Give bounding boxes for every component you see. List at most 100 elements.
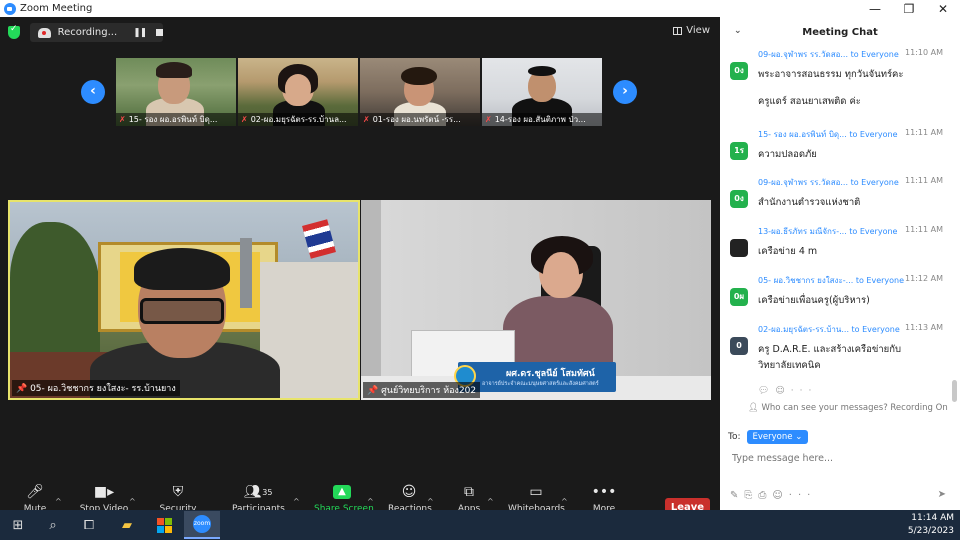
stop-recording-icon[interactable]: [156, 29, 163, 36]
chat-message-input[interactable]: [732, 453, 942, 464]
presenter-video[interactable]: ผศ.ดร.ชุลนีย์ โสมทัศน์ อาจารย์ประจำคณะมน…: [361, 200, 711, 400]
zoom-taskbar-icon[interactable]: zoom: [184, 511, 220, 539]
send-icon[interactable]: ➤: [938, 489, 946, 500]
view-grid-icon: [673, 26, 683, 35]
mic-muted-icon: ✗: [241, 115, 248, 124]
cloud-record-icon: [38, 27, 51, 38]
chat-header: ⌄ Meeting Chat: [720, 17, 960, 48]
sender-name: 05- ผอ.วิชชากร ยงใสงะ-...: [758, 276, 854, 285]
reactions-icon: ☺: [401, 484, 417, 500]
thumbnail-label: ✗ 15- รอง ผอ.อรพินท์ บิดุ...: [116, 113, 236, 126]
thumbnail-strip: ‹ ✗ 15- รอง ผอ.อรพินท์ บิดุ... ✗ 02-ผอ.มยุ…: [0, 58, 720, 128]
collapse-chat-icon[interactable]: ⌄: [734, 26, 742, 36]
thumbnail-label: ✗ 01-รอง ผอ.นพรัตน์ -รร...: [360, 113, 480, 126]
close-button[interactable]: ✕: [926, 0, 960, 17]
whiteboard-icon: ▭: [529, 484, 543, 500]
active-speaker-video[interactable]: 📌 05- ผอ.วิชชากร ยงใสงะ- รร.บ้านยาง: [8, 200, 360, 400]
search-icon[interactable]: ⌕: [44, 516, 62, 534]
encryption-shield-icon[interactable]: [8, 24, 20, 39]
mic-muted-icon: ✗: [485, 115, 492, 124]
sender-name: 09-ผอ.จุฬาพร รร.วัดสอ...: [758, 178, 849, 187]
sender-avatar: 0ง: [730, 62, 748, 80]
participants-count: 35: [262, 487, 273, 497]
windows-taskbar: ⊞ ⌕ ⧠ ▰ zoom 11:14 AM 5/23/2023: [0, 510, 960, 540]
message-text: เครือข่าย 4 m: [758, 246, 818, 257]
file-explorer-icon[interactable]: ▰: [118, 516, 136, 534]
message-text: ความปลอดภัย: [758, 149, 817, 160]
clock-date: 5/23/2023: [907, 526, 954, 536]
sender-avatar: 0: [730, 337, 748, 355]
restore-button[interactable]: ❐: [892, 0, 926, 17]
zoom-logo-icon: [4, 2, 16, 15]
presenter-name-tag: 📌 ศูนย์วิทยบริการ ห้อง202: [363, 382, 481, 398]
privacy-note[interactable]: 👤︎ Who can see your messages? Recording …: [748, 403, 948, 413]
message-meta: 05- ผอ.วิชชากร ยงใสงะ-... to Everyone 11:…: [758, 274, 953, 287]
window-title: Zoom Meeting: [20, 3, 93, 14]
message-actions[interactable]: 💬︎☺︎···: [758, 386, 817, 396]
chat-title: Meeting Chat: [802, 27, 878, 38]
task-view-icon[interactable]: ⧠: [80, 516, 98, 534]
message-text: ครู D.A.R.E. และสร้างเครือข่ายกับ: [758, 344, 901, 355]
share-options-caret[interactable]: ^: [367, 497, 374, 506]
speaker-name-tag: 📌 05- ผอ.วิชชากร ยงใสงะ- รร.บ้านยาง: [12, 380, 180, 396]
view-label: View: [686, 25, 710, 36]
presenter-title: อาจารย์ประจำคณะมนุษยศาสตร์และสังคมศาสตร์: [482, 381, 599, 387]
pause-recording-icon[interactable]: ❚❚: [133, 28, 147, 38]
windows-start-icon[interactable]: ⊞: [9, 516, 27, 534]
sender-name: 15- รอง ผอ.อรพินท์ บิดุ...: [758, 130, 847, 139]
message-recipient: to Everyone: [849, 130, 898, 139]
message-recipient: to Everyone: [855, 276, 905, 285]
reactions-options-caret[interactable]: ^: [427, 497, 434, 506]
message-recipient: to Everyone: [849, 227, 898, 236]
video-area: Recording... ❚❚ View ‹ ✗15- รอง ผอ.อรพิน…: [0, 17, 720, 527]
mic-muted-icon: ✗: [119, 115, 126, 124]
video-options-caret[interactable]: ^: [129, 497, 136, 506]
message-recipient: to Everyone: [850, 178, 899, 187]
audio-options-caret[interactable]: ^: [55, 497, 62, 506]
share-screen-icon: ▲: [314, 483, 370, 501]
participants-options-caret[interactable]: ^: [293, 497, 300, 506]
more-dots-icon: •••: [591, 484, 617, 500]
view-button[interactable]: View: [673, 25, 710, 36]
sender-name: 13-ผอ.ธีรภัทร มณีจักร-...: [758, 227, 847, 236]
message-time: 11:11 AM: [905, 128, 943, 137]
message-text: ครูแดร์ สอนยาเสพติด ค่ะ: [758, 96, 861, 107]
message-text: วิทยาลัยเทคนิค: [758, 360, 821, 371]
window-titlebar: Zoom Meeting — ❐ ✕: [0, 0, 960, 17]
participant-thumbnail[interactable]: ✗ 14-รอง ผอ.สันติภาพ ป่ว...: [482, 58, 602, 126]
video-camera-icon: ■▸: [93, 484, 115, 500]
next-page-button[interactable]: ›: [613, 80, 637, 104]
participants-icon: 👥︎ 35: [243, 484, 273, 500]
security-shield-icon: ⛨: [172, 484, 184, 500]
recording-indicator: Recording... ❚❚: [30, 23, 163, 42]
message-meta: 02-ผอ.มยุรฉัตร-รร.บ้าน... to Everyone 11:…: [758, 323, 953, 336]
message-text: เครือข่ายเพื่อนครู(ผู้บริหาร): [758, 295, 870, 306]
message-recipient: to Everyone: [850, 50, 899, 59]
sender-avatar: 1ร: [730, 142, 748, 160]
chat-tools[interactable]: ✎⎘⎙☺···: [730, 490, 816, 501]
apps-options-caret[interactable]: ^: [487, 497, 494, 506]
minimize-button[interactable]: —: [858, 0, 892, 17]
participant-thumbnail[interactable]: ✗ 01-รอง ผอ.นพรัตน์ -รร...: [360, 58, 480, 126]
microsoft-store-icon[interactable]: [155, 516, 173, 534]
message-meta: 13-ผอ.ธีรภัทร มณีจักร-... to Everyone 11:…: [758, 225, 953, 238]
message-meta: 09-ผอ.จุฬาพร รร.วัดสอ... to Everyone 11:1…: [758, 176, 953, 189]
sender-avatar: 0ง: [730, 190, 748, 208]
apps-icon: ⧉: [464, 484, 474, 500]
prev-page-button[interactable]: ‹: [81, 80, 105, 104]
message-text: พระอาจารสอนธรรม ทุกวันจันทร์คะ: [758, 69, 904, 80]
participant-thumbnail[interactable]: ✗ 15- รอง ผอ.อรพินท์ บิดุ...: [116, 58, 236, 126]
message-time: 11:10 AM: [905, 48, 943, 57]
sender-name: 09-ผอ.จุฬาพร รร.วัดสอ...: [758, 50, 849, 59]
message-meta: 15- รอง ผอ.อรพินท์ บิดุ... to Everyone 11…: [758, 128, 953, 141]
whiteboards-options-caret[interactable]: ^: [561, 497, 568, 506]
message-time: 11:11 AM: [905, 225, 943, 234]
recipient-row: To: Everyone ⌄: [728, 430, 809, 444]
sender-avatar: [730, 239, 748, 257]
chat-scrollbar[interactable]: [952, 380, 957, 402]
system-clock[interactable]: 11:14 AM 5/23/2023: [908, 512, 954, 538]
thumbnail-label: ✗ 14-รอง ผอ.สันติภาพ ป่ว...: [482, 113, 602, 126]
recipient-dropdown[interactable]: Everyone ⌄: [746, 430, 809, 444]
participant-thumbnail[interactable]: ✗ 02-ผอ.มยุรฉัตร-รร.บ้านล...: [238, 58, 358, 126]
microphone-icon: 🎤︎: [26, 484, 44, 500]
